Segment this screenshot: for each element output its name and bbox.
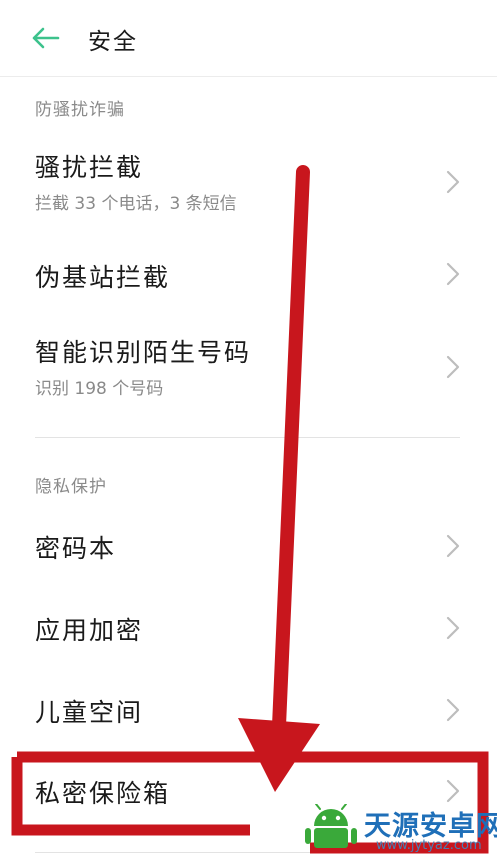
list-item-app-lock[interactable]: 应用加密 [0, 597, 497, 665]
app-header: 安全 [0, 0, 497, 77]
section-label-anti-harassment: 防骚扰诈骗 [35, 100, 125, 120]
list-item-subtitle: 拦截 33 个电话，3 条短信 [35, 194, 237, 214]
chevron-right-icon [446, 170, 460, 194]
list-item-title: 密码本 [35, 534, 117, 563]
watermark-url: www.jytyaz.com [376, 838, 482, 853]
list-item-title: 伪基站拦截 [35, 263, 171, 292]
list-item-kids-space[interactable]: 儿童空间 [0, 679, 497, 747]
arrow-left-icon[interactable] [30, 26, 60, 50]
watermark-logo: 天源安卓网 www.jytyaz.com [300, 800, 497, 856]
list-item-subtitle: 识别 198 个号码 [35, 379, 164, 399]
list-item-harassment-block[interactable]: 骚扰拦截 拦截 33 个电话，3 条短信 [0, 140, 497, 224]
chevron-right-icon [446, 698, 460, 722]
list-item-title: 应用加密 [35, 616, 144, 645]
chevron-right-icon [446, 534, 460, 558]
section-divider [35, 437, 460, 438]
list-item-smart-caller-id[interactable]: 智能识别陌生号码 识别 198 个号码 [0, 325, 497, 415]
list-item-title: 儿童空间 [35, 698, 144, 727]
page-title: 安全 [88, 29, 138, 55]
list-item-title: 智能识别陌生号码 [35, 338, 252, 367]
list-item-password-book[interactable]: 密码本 [0, 515, 497, 583]
android-robot-icon [305, 804, 357, 848]
chevron-right-icon [446, 355, 460, 379]
section-label-privacy: 隐私保护 [35, 477, 107, 497]
list-item-title: 骚扰拦截 [35, 153, 144, 182]
chevron-right-icon [446, 262, 460, 286]
chevron-right-icon [446, 616, 460, 640]
list-item-fake-base-station[interactable]: 伪基站拦截 [0, 240, 497, 308]
list-item-title: 私密保险箱 [35, 779, 171, 808]
